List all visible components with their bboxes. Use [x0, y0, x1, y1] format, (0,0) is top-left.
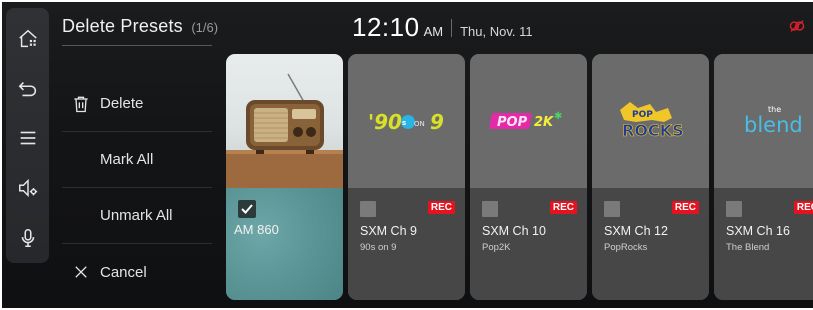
home-apps-icon	[18, 29, 37, 47]
preset-card[interactable]: AM 860	[226, 54, 343, 300]
svg-text:ON: ON	[414, 120, 425, 128]
mark-all-button[interactable]: Mark All	[62, 132, 212, 188]
page-title: Delete Presets (1/6)	[62, 16, 218, 37]
mark-all-label: Mark All	[100, 151, 154, 168]
menu-icon	[20, 132, 35, 145]
unmark-all-label: Unmark All	[100, 207, 173, 224]
cancel-button[interactable]: Cancel	[62, 244, 212, 300]
rec-badge: REC	[549, 201, 577, 214]
preset-subtitle: 90s on 9	[360, 242, 397, 253]
preset-subtitle: Pop2K	[482, 242, 511, 253]
vintage-radio-image	[226, 54, 343, 188]
preset-card[interactable]: POP ROCKS REC SXM Ch 12 PopRocks	[592, 54, 709, 300]
preset-card-info: REC SXM Ch 16 The Blend	[714, 188, 813, 300]
preset-card[interactable]: POP 2K ✱ REC SXM Ch 10 Pop2K	[470, 54, 587, 300]
cancel-label: Cancel	[100, 263, 147, 281]
preset-card-info: REC SXM Ch 10 Pop2K	[470, 188, 587, 300]
preset-card-info: REC SXM Ch 9 90s on 9	[348, 188, 465, 300]
clock: 12:10 AM Thu, Nov. 11	[352, 12, 533, 43]
svg-text:'90: '90	[368, 110, 402, 134]
preset-card[interactable]: '90 s ON 9 REC SXM Ch 9 90s on 9	[348, 54, 465, 300]
side-rail	[6, 8, 49, 263]
checkbox[interactable]	[482, 201, 498, 217]
svg-text:✱: ✱	[554, 111, 562, 122]
checkbox[interactable]	[360, 201, 376, 217]
close-icon	[70, 261, 92, 283]
clock-divider	[451, 18, 453, 37]
menu-button[interactable]	[8, 114, 48, 164]
svg-text:blend: blend	[744, 113, 803, 137]
sound-settings-button[interactable]	[8, 163, 48, 213]
home-apps-button[interactable]	[8, 14, 48, 64]
voice-button[interactable]	[8, 213, 48, 263]
poprocks-logo: POP ROCKS	[592, 54, 709, 188]
back-button[interactable]	[8, 64, 48, 114]
preset-list: AM 860 '90 s ON 9 REC SXM Ch 9 90s on 9	[226, 54, 813, 300]
checkbox[interactable]	[604, 201, 620, 217]
preset-name: AM 860	[234, 222, 279, 237]
clock-time: 12:10	[352, 12, 420, 42]
svg-text:POP: POP	[632, 110, 653, 120]
action-menu: Delete Mark All Unmark All Cancel	[62, 76, 212, 300]
rec-badge: REC	[793, 201, 813, 214]
selection-count: (1/6)	[191, 20, 219, 35]
title-divider	[62, 45, 212, 46]
delete-label: Delete	[100, 95, 144, 112]
preset-card[interactable]: the blend REC SXM Ch 16 The Blend	[714, 54, 813, 300]
preset-subtitle: The Blend	[726, 242, 770, 253]
microphone-icon	[21, 229, 34, 248]
back-icon	[18, 81, 36, 96]
pop2k-logo: POP 2K ✱	[470, 54, 587, 188]
checkmark-icon	[241, 204, 253, 214]
connectivity-off-icon	[789, 20, 805, 32]
preset-subtitle: PopRocks	[604, 242, 648, 253]
svg-text:2K: 2K	[534, 115, 554, 130]
preset-name: SXM Ch 9	[360, 224, 417, 238]
preset-card-info: REC SXM Ch 12 PopRocks	[592, 188, 709, 300]
trash-icon	[70, 93, 92, 115]
checkbox[interactable]	[726, 201, 742, 217]
preset-name: SXM Ch 12	[604, 224, 668, 238]
clock-date: Thu, Nov. 11	[460, 24, 533, 39]
rec-badge: REC	[427, 201, 455, 214]
svg-text:ROCKS: ROCKS	[622, 121, 684, 140]
clock-ampm: AM	[423, 24, 444, 39]
preset-name: SXM Ch 10	[482, 224, 546, 238]
rec-badge: REC	[671, 201, 699, 214]
90s-on-9-logo: '90 s ON 9	[348, 54, 465, 188]
checkbox-checked[interactable]	[238, 200, 256, 218]
preset-card-info: AM 860	[226, 188, 343, 300]
preset-name: SXM Ch 16	[726, 224, 790, 238]
unmark-all-button[interactable]: Unmark All	[62, 188, 212, 244]
delete-button[interactable]: Delete	[62, 76, 212, 132]
the-blend-logo: the blend	[714, 54, 813, 188]
screen: Delete Presets (1/6) 12:10 AM Thu, Nov. …	[2, 2, 813, 308]
svg-text:9: 9	[430, 110, 444, 134]
svg-text:s: s	[402, 119, 406, 127]
sound-settings-icon	[18, 179, 37, 198]
svg-text:POP: POP	[497, 115, 528, 130]
page-title-text: Delete Presets	[62, 16, 183, 36]
